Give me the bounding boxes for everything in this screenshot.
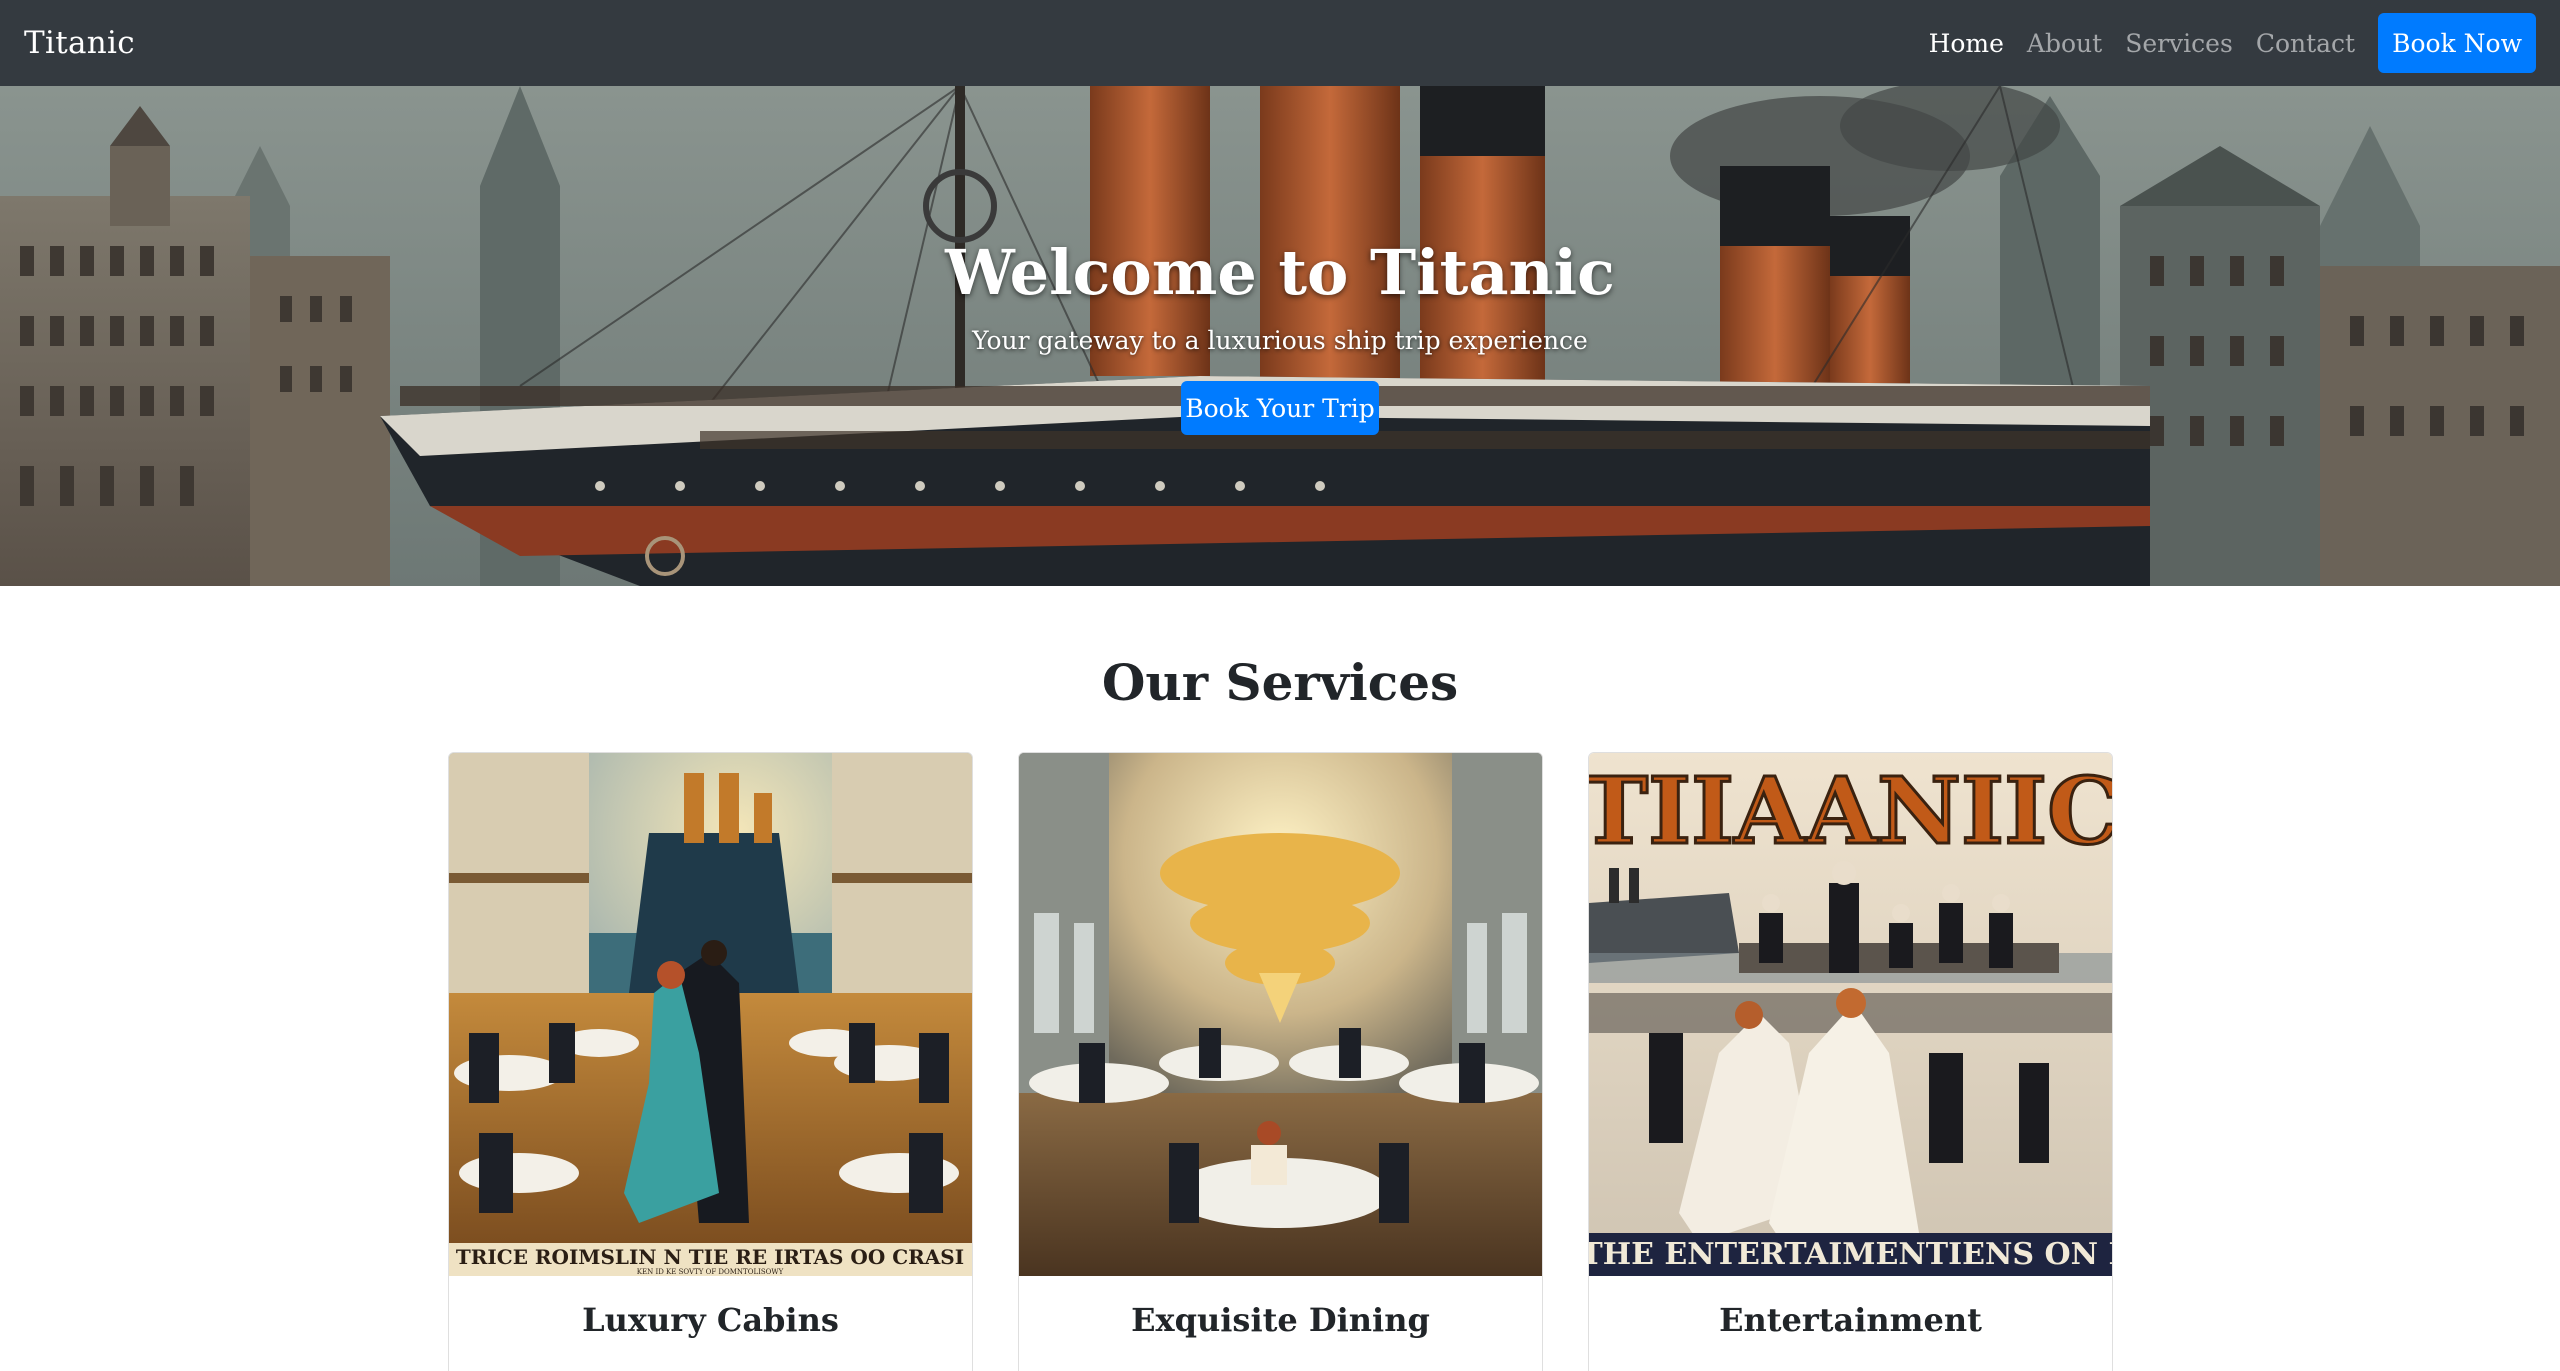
service-card-exquisite-dining: Exquisite Dining — [1018, 752, 1543, 1371]
nav-contact[interactable]: Contact — [2256, 29, 2355, 58]
luxury-cabins-image-caption: TRICE ROIMSLIN N TIE RE IRTAS OO CRASI — [456, 1245, 964, 1269]
service-card-luxury-cabins: TRICE ROIMSLIN N TIE RE IRTAS OO CRASI K… — [448, 752, 973, 1371]
entertainment-image-header: TIIAANIIC — [1589, 757, 2112, 865]
luxury-cabins-image: TRICE ROIMSLIN N TIE RE IRTAS OO CRASI K… — [449, 753, 972, 1276]
book-now-button[interactable]: Book Now — [2378, 13, 2536, 73]
exquisite-dining-image — [1019, 753, 1542, 1276]
nav-services[interactable]: Services — [2125, 29, 2233, 58]
hero-subtitle: Your gateway to a luxurious ship trip ex… — [972, 326, 1588, 355]
entertainment-image-caption: E THE ENTERTAIMENTIENS ON LA — [1589, 1237, 2112, 1272]
card-title: Entertainment — [1719, 1301, 1982, 1339]
nav-home[interactable]: Home — [1929, 29, 2004, 58]
hero-content: Welcome to Titanic Your gateway to a lux… — [0, 86, 2560, 586]
entertainment-image: TIIAANIIC E THE ENTERTAIMENTIENS ON LA — [1589, 753, 2112, 1276]
card-title: Exquisite Dining — [1131, 1301, 1430, 1339]
nav-links: Home About Services Contact Book Now — [1906, 0, 2536, 86]
luxury-cabins-image-subcaption: KEN ID KE SOVTY OF DOMNTOLISOWY — [637, 1268, 784, 1276]
services-title: Our Services — [1101, 653, 1459, 712]
nav-about[interactable]: About — [2027, 29, 2102, 58]
card-title: Luxury Cabins — [582, 1301, 839, 1339]
hero-banner: Welcome to Titanic Your gateway to a lux… — [0, 86, 2560, 586]
brand-logo[interactable]: Titanic — [24, 25, 135, 61]
hero-title: Welcome to Titanic — [945, 236, 1615, 309]
service-card-entertainment: TIIAANIIC E THE ENTERTAIMENTIENS ON LA E… — [1588, 752, 2113, 1371]
navbar: Titanic Home About Services Contact Book… — [0, 0, 2560, 86]
book-your-trip-button[interactable]: Book Your Trip — [1181, 381, 1379, 435]
